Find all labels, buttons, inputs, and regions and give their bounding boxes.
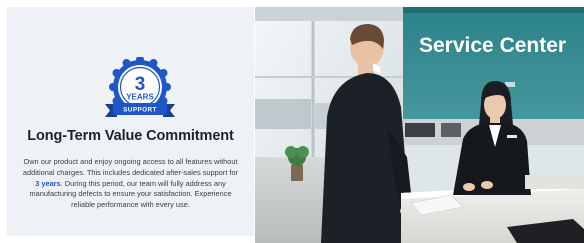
description-highlight: 3 years [35,178,61,188]
description: Own our product and enjoy ongoing access… [21,157,240,211]
service-center-photo: Service Center [255,7,584,243]
warranty-banner: 3 YEARS SUPPORT Long-Term Value Commitme… [0,0,584,243]
years-support-badge: 3 YEARS SUPPORT [105,57,175,117]
wall-sign: Service Center [419,34,566,57]
headline: Long-Term Value Commitment [27,128,234,144]
commitment-panel: 3 YEARS SUPPORT Long-Term Value Commitme… [7,7,254,236]
service-desk-illustration: Service Center [255,7,584,243]
description-text-1: Own our product and enjoy ongoing access… [22,157,239,177]
description-text-2: . During this period, our team will full… [29,178,232,210]
badge-ribbon-label: SUPPORT [123,107,157,114]
badge-years: YEARS [126,93,154,102]
